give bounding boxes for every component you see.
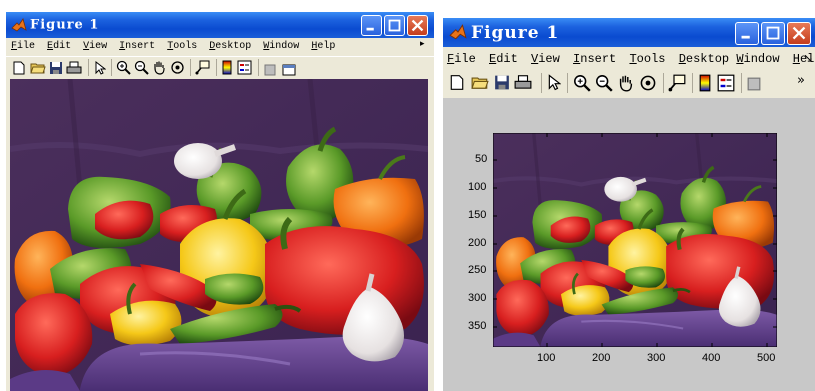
- y-tick-label: 150: [468, 209, 487, 221]
- menu-tools[interactable]: Tools: [629, 50, 665, 68]
- toolbar-separator: [88, 59, 89, 76]
- pan-hand-icon[interactable]: [152, 60, 167, 75]
- minimize-icon: [741, 35, 750, 39]
- rotate-3d-icon[interactable]: [639, 74, 657, 92]
- x-tick-label: 400: [702, 352, 721, 364]
- x-tick-label: 200: [592, 352, 611, 364]
- zoom-in-icon[interactable]: [116, 60, 131, 75]
- toolbar-separator: [216, 59, 217, 76]
- menu-desktop[interactable]: Desktop: [679, 50, 729, 68]
- save-icon[interactable]: [494, 74, 510, 91]
- edit-plot-arrow-icon[interactable]: [547, 74, 562, 91]
- new-file-icon[interactable]: [449, 74, 465, 91]
- matlab-logo-icon: [11, 18, 27, 32]
- menu-file[interactable]: File: [11, 39, 35, 55]
- menu-file[interactable]: File: [447, 50, 476, 68]
- figure-window-right: Figure 1 File Edit View Insert Tools Des…: [443, 18, 815, 391]
- x-tick-label: 100: [537, 352, 556, 364]
- close-button[interactable]: [787, 22, 811, 45]
- toolbar-separator: [663, 73, 664, 93]
- menu-view[interactable]: View: [531, 50, 560, 68]
- toolbar-separator: [541, 73, 542, 93]
- menu-view[interactable]: View: [83, 39, 107, 55]
- legend-icon[interactable]: [717, 74, 735, 92]
- y-tick-label: 200: [468, 237, 487, 249]
- window-title: Figure 1: [30, 17, 100, 33]
- y-tick-label: 300: [468, 292, 487, 304]
- colorbar-icon[interactable]: [222, 60, 232, 75]
- matlab-logo-icon: [449, 24, 467, 40]
- close-icon: [411, 19, 424, 32]
- legend-icon[interactable]: [237, 60, 252, 75]
- hide-plot-tools-icon[interactable]: [264, 61, 276, 76]
- maximize-button[interactable]: [384, 15, 405, 36]
- print-icon[interactable]: [66, 60, 82, 74]
- open-folder-icon[interactable]: [471, 74, 489, 91]
- toolbar-overflow-icon[interactable]: »: [797, 73, 805, 88]
- menu-edit[interactable]: Edit: [489, 50, 518, 68]
- menu-tools[interactable]: Tools: [167, 39, 197, 55]
- toolbar-separator: [567, 73, 568, 93]
- window-title: Figure 1: [471, 22, 560, 43]
- maximize-icon: [766, 26, 780, 40]
- menu-window[interactable]: Window: [736, 50, 779, 68]
- x-tick-label: 300: [647, 352, 666, 364]
- edit-plot-arrow-icon[interactable]: [94, 60, 107, 75]
- minimize-button[interactable]: [735, 22, 759, 45]
- colorbar-icon[interactable]: [699, 74, 711, 92]
- menu-insert[interactable]: Insert: [573, 50, 616, 68]
- figure-window-left: Figure 1 File Edit View Insert Tools Des…: [6, 12, 434, 391]
- pan-hand-icon[interactable]: [617, 74, 635, 92]
- open-folder-icon[interactable]: [30, 60, 46, 74]
- close-icon: [792, 26, 806, 40]
- peppers-image: [10, 79, 428, 391]
- menu-bar: File Edit View Insert Tools Desktop Wind…: [443, 50, 815, 68]
- rotate-3d-icon[interactable]: [170, 60, 185, 75]
- menu-help[interactable]: Help: [311, 39, 335, 55]
- maximize-icon: [388, 19, 401, 32]
- zoom-in-icon[interactable]: [573, 74, 591, 92]
- y-tick-label: 100: [468, 181, 487, 193]
- new-file-icon[interactable]: [12, 60, 26, 75]
- menu-window[interactable]: Window: [263, 39, 299, 55]
- title-bar[interactable]: Figure 1: [443, 18, 815, 47]
- toolbar-separator: [190, 59, 191, 76]
- minimize-button[interactable]: [361, 15, 382, 36]
- minimize-icon: [366, 27, 374, 31]
- data-cursor-icon[interactable]: [668, 74, 686, 92]
- title-bar[interactable]: Figure 1: [6, 12, 434, 38]
- hide-plot-tools-icon[interactable]: [747, 76, 761, 91]
- toolbar-separator: [258, 59, 259, 76]
- zoom-out-icon[interactable]: [595, 74, 613, 92]
- menu-bar: File Edit View Insert Tools Desktop Wind…: [6, 39, 434, 55]
- close-button[interactable]: [407, 15, 428, 36]
- toolbar-separator: [741, 73, 742, 93]
- maximize-button[interactable]: [761, 22, 785, 45]
- menu-overflow-icon[interactable]: ↘: [803, 51, 813, 65]
- axes[interactable]: [493, 133, 777, 347]
- menu-overflow-icon[interactable]: ▸: [420, 39, 425, 49]
- show-plot-tools-icon[interactable]: [282, 61, 296, 76]
- y-tick-label: 350: [468, 320, 487, 332]
- y-tick-label: 50: [475, 153, 488, 165]
- toolbar-separator: [111, 59, 112, 76]
- menu-edit[interactable]: Edit: [47, 39, 71, 55]
- menu-insert[interactable]: Insert: [119, 39, 155, 55]
- toolbar: »: [443, 70, 815, 96]
- toolbar-separator: [692, 73, 693, 93]
- menu-desktop[interactable]: Desktop: [209, 39, 251, 55]
- x-tick-label: 500: [757, 352, 776, 364]
- data-cursor-icon[interactable]: [195, 60, 210, 75]
- zoom-out-icon[interactable]: [134, 60, 149, 75]
- save-icon[interactable]: [49, 60, 63, 74]
- print-icon[interactable]: [514, 74, 532, 91]
- y-tick-label: 250: [468, 264, 487, 276]
- toolbar: [6, 56, 434, 79]
